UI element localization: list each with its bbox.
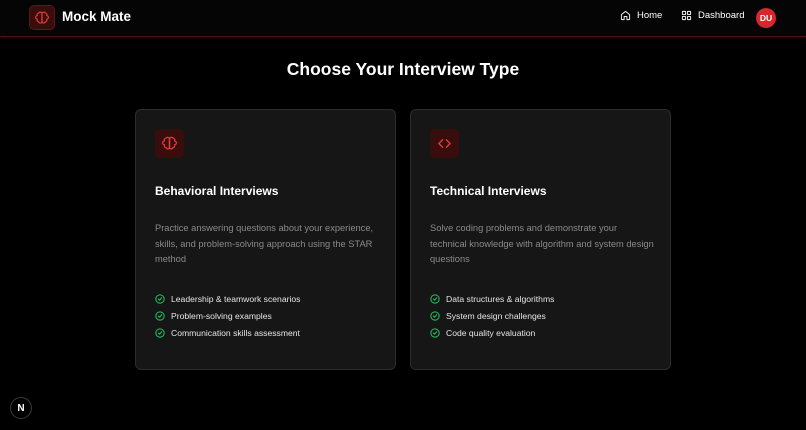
behavioral-interview-card[interactable]: Behavioral Interviews Practice answering… — [135, 109, 396, 370]
check-circle-icon — [155, 311, 165, 321]
page-title: Choose Your Interview Type — [286, 59, 520, 79]
brand-name[interactable]: Mock Mate — [62, 9, 131, 24]
nextjs-dev-badge[interactable]: N — [10, 397, 32, 419]
nextjs-icon: N — [17, 402, 25, 414]
feature-text: Leadership & teamwork scenarios — [171, 294, 301, 305]
feature-list: Leadership & teamwork scenarios Problem-… — [155, 291, 300, 341]
card-icon-box — [155, 129, 184, 158]
feature-text: Communication skills assessment — [171, 327, 300, 338]
check-circle-icon — [430, 311, 440, 321]
nav-home-label: Home — [637, 10, 663, 21]
grid-icon — [681, 10, 692, 21]
brain-icon — [35, 11, 49, 24]
feature-item: System design challenges — [430, 308, 554, 325]
feature-text: Data structures & algorithms — [446, 294, 555, 305]
card-icon-box — [430, 129, 459, 158]
feature-item: Leadership & teamwork scenarios — [155, 291, 300, 308]
logo[interactable] — [29, 5, 55, 30]
feature-item: Code quality evaluation — [430, 324, 554, 341]
feature-text: Code quality evaluation — [446, 327, 536, 338]
card-title: Technical Interviews — [430, 184, 547, 198]
card-description: Practice answering questions about your … — [155, 223, 374, 264]
user-avatar[interactable]: DU — [756, 8, 776, 28]
check-circle-icon — [155, 294, 165, 305]
home-icon — [620, 10, 631, 21]
nav-home-link[interactable]: Home — [620, 10, 662, 21]
nav-dashboard-link[interactable]: Dashboard — [681, 10, 744, 21]
code-icon — [438, 139, 451, 148]
feature-item: Communication skills assessment — [155, 324, 300, 341]
check-circle-icon — [155, 328, 165, 338]
feature-item: Problem-solving examples — [155, 308, 300, 325]
nav-dashboard-label: Dashboard — [698, 10, 745, 21]
feature-text: System design challenges — [446, 311, 546, 322]
brain-icon — [162, 136, 177, 150]
top-navbar: Mock Mate Home Dashboard DU — [0, 0, 806, 37]
card-description: Solve coding problems and demonstrate yo… — [430, 223, 654, 264]
feature-text: Problem-solving examples — [171, 311, 272, 322]
feature-list: Data structures & algorithms System desi… — [430, 291, 554, 341]
card-title: Behavioral Interviews — [155, 184, 279, 198]
feature-item: Data structures & algorithms — [430, 291, 554, 308]
technical-interview-card[interactable]: Technical Interviews Solve coding proble… — [410, 109, 671, 370]
check-circle-icon — [430, 294, 440, 305]
check-circle-icon — [430, 328, 440, 338]
